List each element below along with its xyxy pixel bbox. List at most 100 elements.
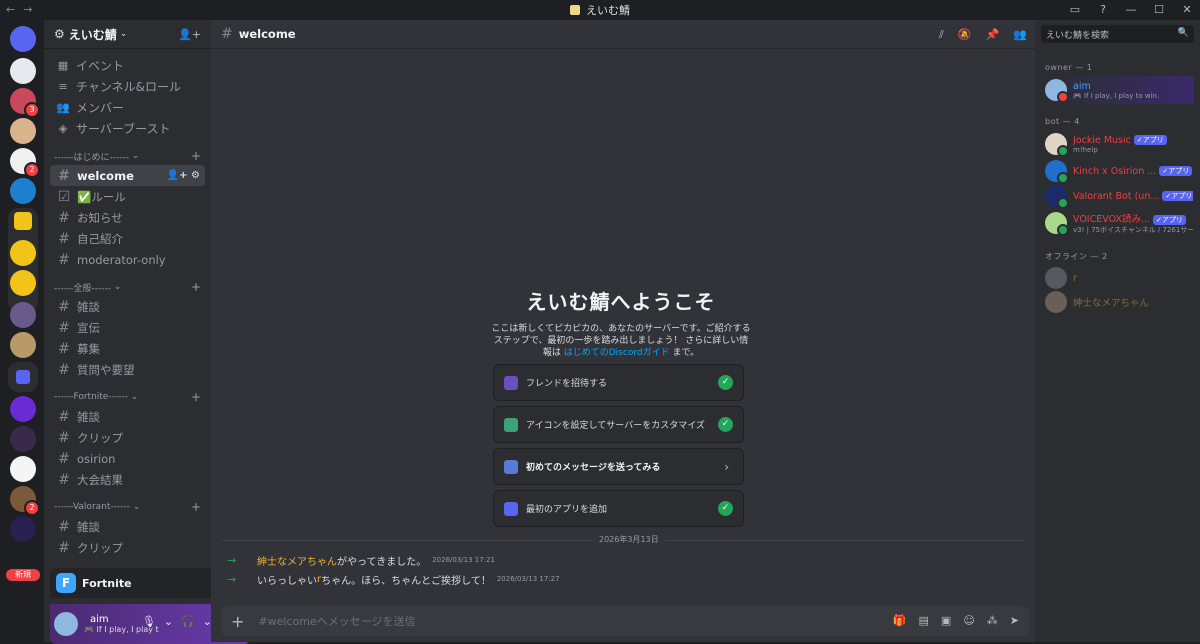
channel-introductions[interactable]: # 自己紹介 <box>50 228 205 249</box>
search-input[interactable]: えいむ鯖を検索 🔍 <box>1041 25 1194 43</box>
channel-chat[interactable]: # 雑談 <box>50 296 205 317</box>
category-hajimeni[interactable]: ------はじめに------ ⌄ + <box>44 147 211 165</box>
text-channel-icon: # <box>58 408 70 425</box>
window-titlebar: ← → えいむ鯖 ▭ ? — ☐ ✕ <box>0 0 1200 20</box>
channel-fn-chat[interactable]: # 雑談 <box>50 406 205 427</box>
calendar-icon: ▦ <box>57 59 69 72</box>
step-customize-server[interactable]: アイコンを設定してサーバーをカスタマイズ ✓ <box>493 406 744 443</box>
step-add-app[interactable]: 最初のアプリを追加 ✓ <box>493 490 744 527</box>
server-icon[interactable] <box>10 118 36 144</box>
avatar <box>1045 212 1069 236</box>
message-author[interactable]: 紳士なメアちゃん <box>257 553 337 568</box>
message-input[interactable]: #welcomeへメッセージを送信 <box>258 613 415 629</box>
pin-icon[interactable]: 📌 <box>986 28 1000 42</box>
app-badge: ✓アプリ <box>1159 166 1193 176</box>
send-icon[interactable]: ➤ <box>1010 614 1019 627</box>
close-icon[interactable]: ✕ <box>1180 2 1194 16</box>
nav-arrows: ← → <box>6 3 32 16</box>
add-channel-icon[interactable]: + <box>191 500 201 514</box>
server-icon[interactable] <box>10 178 36 204</box>
server-icon[interactable] <box>10 516 36 542</box>
server-icon[interactable] <box>10 270 36 296</box>
channel-questions[interactable]: # 質問や要望 <box>50 359 205 380</box>
category-valorant[interactable]: ------Valorant------ ⌄ + <box>44 498 211 516</box>
channel-recruit[interactable]: # 募集 <box>50 338 205 359</box>
step-send-first-message[interactable]: 初めてのメッセージを送ってみる › <box>493 448 744 485</box>
headphones-icon[interactable]: 🎧 <box>181 615 195 633</box>
apps-icon[interactable]: ⁂ <box>987 614 998 627</box>
help-icon[interactable]: ? <box>1096 2 1110 16</box>
server-icon[interactable] <box>10 58 36 84</box>
server-icon[interactable] <box>10 456 36 482</box>
members-icon: 👥 <box>56 101 70 114</box>
add-channel-icon[interactable]: + <box>191 149 201 163</box>
channel-osirion[interactable]: # osirion <box>50 448 205 469</box>
text-channel-icon: # <box>58 251 70 268</box>
member-item[interactable]: Jockie Music ✓アプリ m!help <box>1041 130 1194 158</box>
app-badge: ✓アプリ <box>1162 191 1193 201</box>
chevron-down-icon[interactable]: ⌄ <box>164 615 173 633</box>
channel-val-clips[interactable]: # クリップ <box>50 537 205 558</box>
back-icon[interactable]: ← <box>6 3 15 16</box>
check-icon: ✓ <box>718 375 733 390</box>
server-name: えいむ鯖 <box>68 27 117 42</box>
add-channel-icon[interactable]: + <box>191 390 201 404</box>
nav-members[interactable]: 👥 メンバー <box>44 97 211 118</box>
message-composer[interactable]: + #welcomeへメッセージを送信 🎁 ▤ ▣ ☺ ⁂ ➤ <box>221 606 1029 636</box>
add-channel-icon[interactable]: + <box>191 280 201 294</box>
beginner-guide-link[interactable]: はじめてのDiscordガイド <box>564 348 670 358</box>
member-item[interactable]: Valorant Bot (un... ✓アプリ <box>1041 182 1194 210</box>
member-list-icon[interactable]: 👥 <box>1013 28 1027 42</box>
channel-header: # welcome ⫽ 🔕 📌 👥 <box>211 20 1035 49</box>
text-channel-icon: # <box>58 230 70 247</box>
nav-events[interactable]: ▦ イベント <box>44 55 211 76</box>
minimize-icon[interactable]: — <box>1124 2 1138 16</box>
channel-tournament-results[interactable]: # 大会結果 <box>50 469 205 490</box>
server-icon[interactable] <box>10 302 36 328</box>
member-item[interactable]: Kinch x Osirion ... ✓アプリ <box>1041 157 1194 185</box>
avatar <box>1045 185 1069 209</box>
unread-badge: 3 <box>24 102 40 118</box>
category-general[interactable]: ------全般------ ⌄ + <box>44 278 211 296</box>
server-icon[interactable] <box>10 240 36 266</box>
channel-welcome[interactable]: # welcome 👤+ ⚙ <box>50 165 205 186</box>
member-status: v3! | 75ボイスチャンネル / 7261サー <box>1073 226 1193 234</box>
member-item[interactable]: aim 🎮 If I play, I play to win. <box>1041 76 1194 104</box>
gift-icon[interactable]: 🎁 <box>893 614 907 627</box>
window-controls: ▭ ? — ☐ ✕ <box>1068 2 1194 16</box>
channel-fn-clips[interactable]: # クリップ <box>50 427 205 448</box>
avatar <box>1045 133 1069 157</box>
avatar[interactable] <box>54 612 78 636</box>
channel-rules[interactable]: ☑ ✅ルール <box>50 186 205 207</box>
add-app-icon <box>504 501 518 516</box>
member-name: Jockie Music <box>1073 134 1131 146</box>
maximize-icon[interactable]: ☐ <box>1152 2 1166 16</box>
invite-people-icon[interactable]: 👤+ <box>178 28 201 41</box>
notification-mute-icon[interactable]: 🔕 <box>958 28 972 42</box>
sticker-icon[interactable]: ▣ <box>941 614 951 627</box>
server-header[interactable]: ⚙ えいむ鯖 ⌄ 👤+ <box>44 20 211 49</box>
server-icon[interactable] <box>10 332 36 358</box>
microphone-icon[interactable]: 🎙 <box>142 615 156 633</box>
channel-promo[interactable]: # 宣伝 <box>50 317 205 338</box>
threads-icon[interactable]: ⫽ <box>939 28 944 42</box>
nav-channels-roles[interactable]: ≡ チャンネル&ロール <box>44 76 211 97</box>
server-icon[interactable] <box>10 396 36 422</box>
channel-settings-icon[interactable]: 👤+ ⚙ <box>167 170 200 181</box>
channel-moderator-only[interactable]: # moderator-only <box>50 249 205 270</box>
nav-server-boost[interactable]: ◈ サーバーブースト <box>44 118 211 139</box>
emoji-icon[interactable]: ☺ <box>963 614 974 627</box>
attach-plus-icon[interactable]: + <box>231 612 244 631</box>
channel-val-chat[interactable]: # 雑談 <box>50 516 205 537</box>
category-fortnite[interactable]: ------Fortnite------ ⌄ + <box>44 388 211 406</box>
forward-icon[interactable]: → <box>23 3 32 16</box>
server-icon[interactable] <box>10 426 36 452</box>
channel-announcements[interactable]: # お知らせ <box>50 207 205 228</box>
gif-icon[interactable]: ▤ <box>919 614 929 627</box>
step-invite-friends[interactable]: フレンドを招待する ✓ <box>493 364 744 401</box>
member-item[interactable]: 紳士なメアちゃん <box>1041 288 1194 316</box>
member-item[interactable]: VOICEVOX読み... ✓アプリ v3! | 75ボイスチャンネル / 726… <box>1041 209 1194 237</box>
channels-roles-icon: ≡ <box>58 80 68 93</box>
inbox-icon[interactable]: ▭ <box>1068 2 1082 16</box>
discord-home-icon[interactable] <box>10 26 36 52</box>
